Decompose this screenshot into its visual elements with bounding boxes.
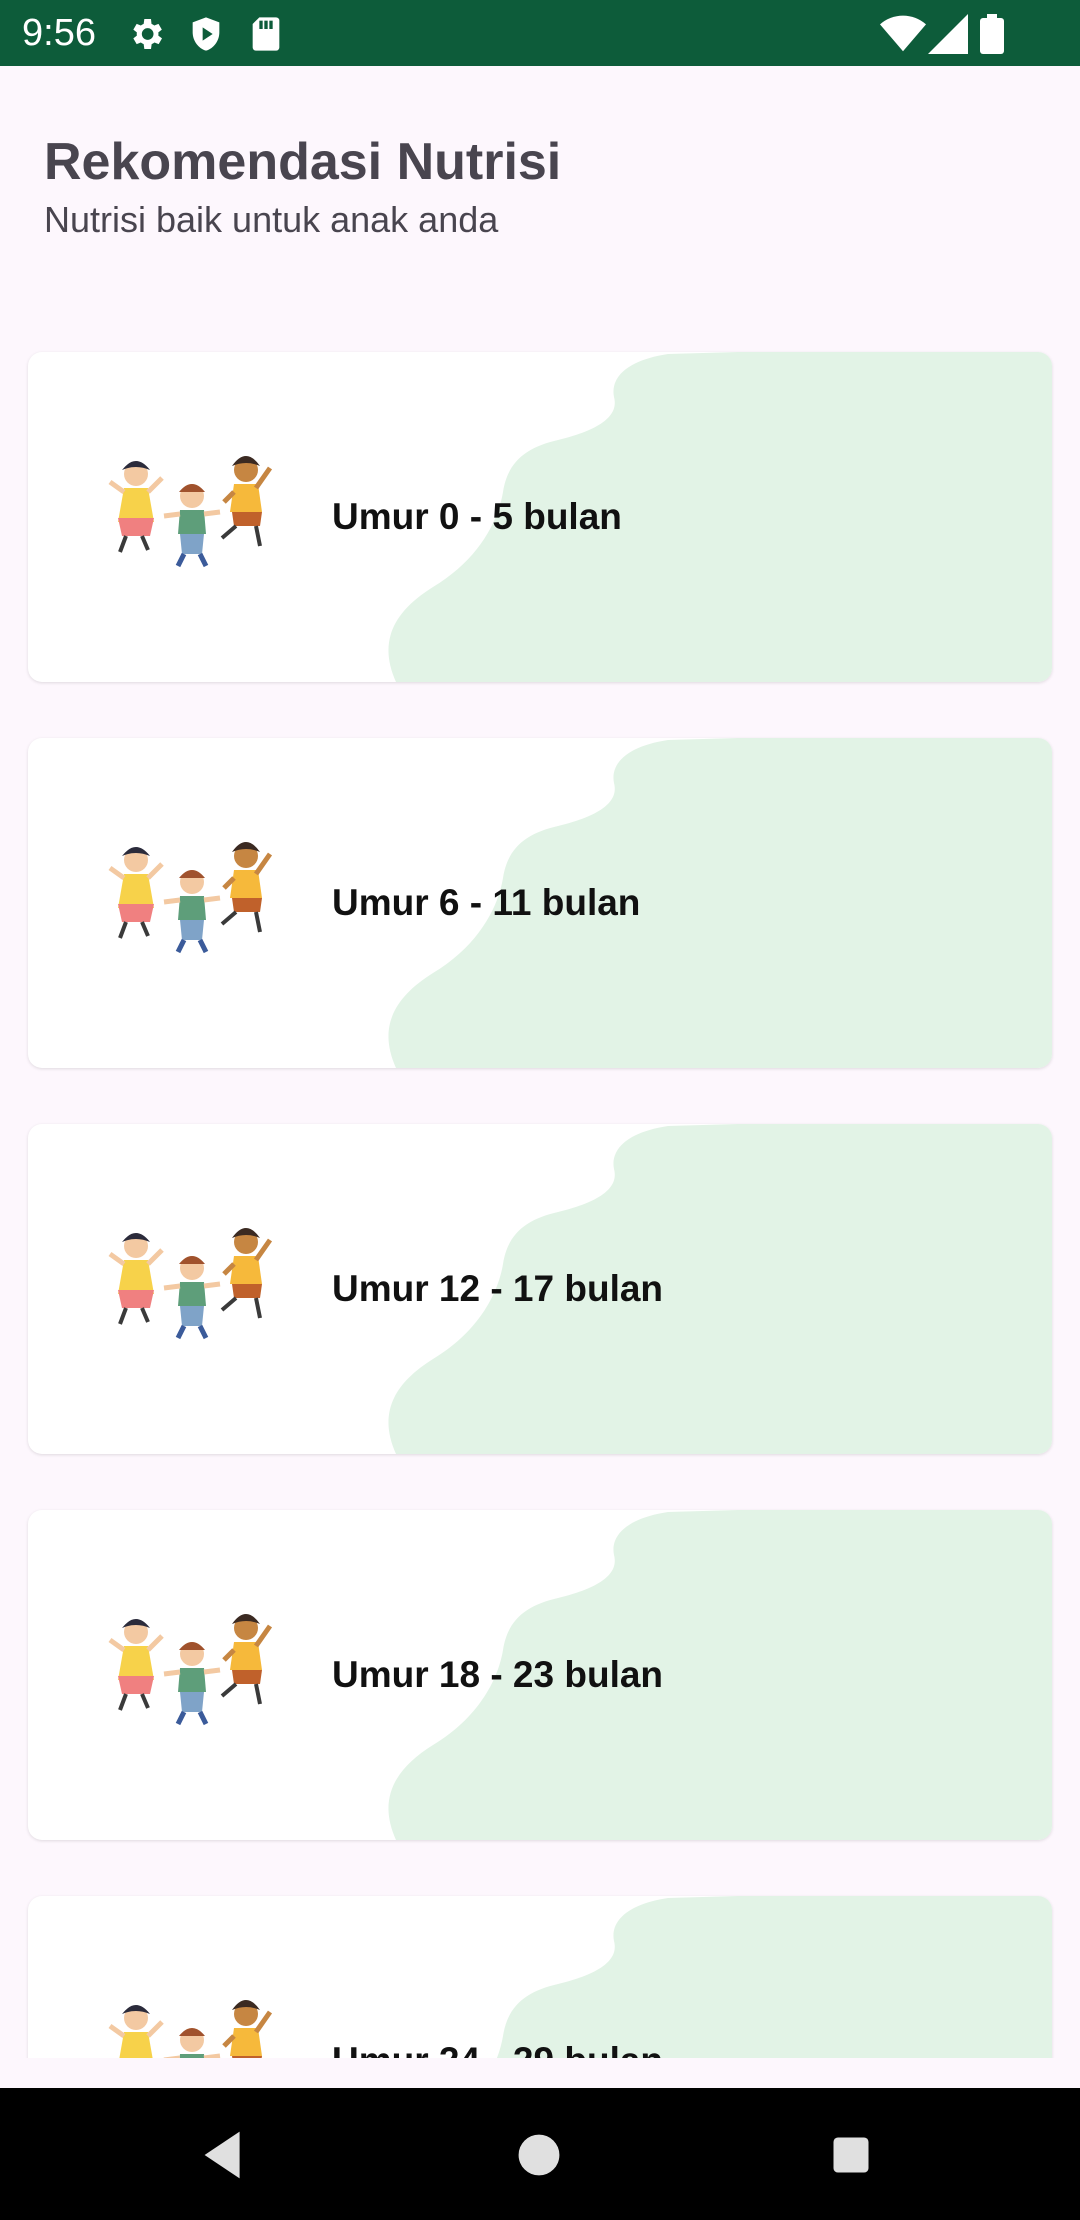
status-bar: 9:56	[0, 0, 1080, 66]
age-card[interactable]: Umur 24 - 29 bulan	[28, 1896, 1052, 2058]
kids-illustration-icon	[108, 842, 273, 954]
kids-illustration-icon	[108, 2000, 273, 2058]
age-card[interactable]: Umur 0 - 5 bulan	[28, 352, 1052, 682]
battery-icon	[980, 14, 1004, 59]
status-time: 9:56	[22, 12, 96, 54]
age-card[interactable]: Umur 12 - 17 bulan	[28, 1124, 1052, 1454]
wifi-icon	[880, 14, 926, 59]
age-card[interactable]: Umur 6 - 11 bulan	[28, 738, 1052, 1068]
home-icon[interactable]	[504, 2120, 574, 2190]
card-label: Umur 12 - 17 bulan	[332, 1268, 664, 1309]
card-label: Umur 6 - 11 bulan	[332, 882, 641, 923]
card-label: Umur 24 - 29 bulan	[332, 2038, 663, 2058]
shield-play-icon	[186, 14, 226, 54]
card-label: Umur 0 - 5 bulan	[332, 496, 622, 537]
back-icon[interactable]	[190, 2120, 260, 2190]
kids-illustration-icon	[108, 456, 273, 568]
navigation-bar	[0, 2088, 1080, 2220]
kids-illustration-icon	[108, 1228, 273, 1340]
page-subtitle: Nutrisi baik untuk anak anda	[44, 199, 499, 240]
main-content[interactable]: Rekomendasi Nutrisi Nutrisi baik untuk a…	[0, 66, 1080, 2058]
card-label: Umur 18 - 23 bulan	[332, 1654, 664, 1695]
gear-icon	[126, 14, 166, 54]
sd-card-icon	[246, 14, 286, 54]
signal-icon	[928, 14, 968, 59]
page-title: Rekomendasi Nutrisi	[44, 133, 562, 191]
kids-illustration-icon	[108, 1614, 273, 1726]
age-card[interactable]: Umur 18 - 23 bulan	[28, 1510, 1052, 1840]
recents-icon[interactable]	[816, 2120, 886, 2190]
